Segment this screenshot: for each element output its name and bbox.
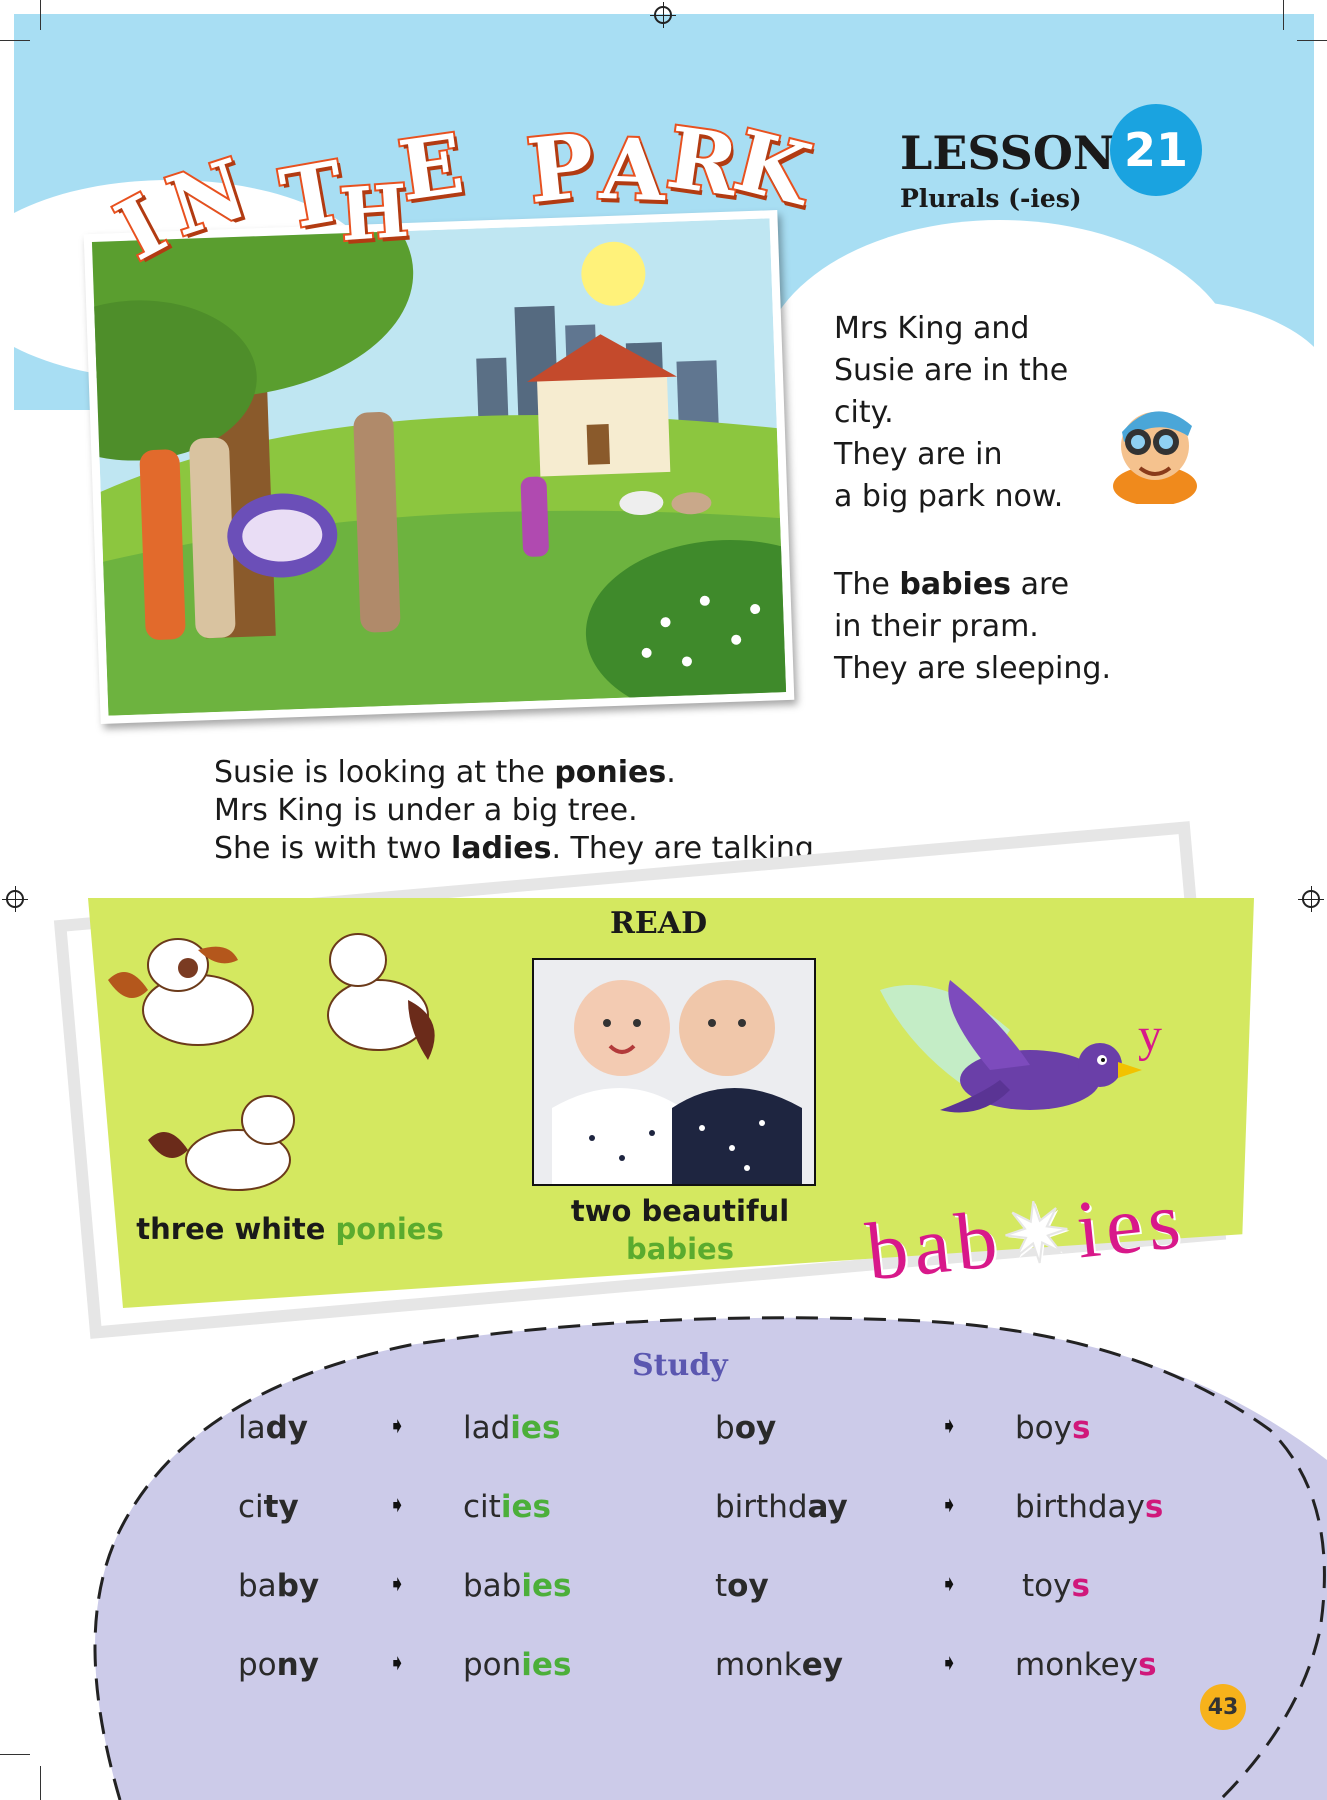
- lesson-label: LESSON: [900, 126, 1115, 180]
- park-illustration-frame: [83, 210, 795, 724]
- crop-mark: [40, 0, 41, 30]
- arrow-icon: ➧: [940, 1414, 959, 1439]
- highlight-word: ponies: [554, 755, 667, 790]
- lesson-number-badge: 21: [1110, 104, 1202, 196]
- registration-mark: [2, 886, 28, 912]
- page-number-badge: 43: [1200, 1684, 1246, 1730]
- story-line: Mrs King and: [834, 311, 1030, 346]
- read-heading: READ: [610, 906, 708, 941]
- park-illustration: [91, 218, 787, 716]
- story-line: Mrs King is under a big tree.: [214, 793, 638, 828]
- crop-mark: [0, 40, 30, 41]
- crop-mark: [1283, 0, 1284, 30]
- bird-illustration: [880, 980, 1142, 1113]
- magic-word-left: bab: [862, 1192, 1008, 1298]
- arrow-icon: ➧: [388, 1414, 407, 1439]
- story-line: Susie are in the city.: [834, 353, 1069, 430]
- ponies-illustration: [108, 933, 435, 1191]
- title-letter: H: [335, 166, 413, 260]
- study-plural-word: monkeys: [1015, 1647, 1157, 1683]
- highlight-word: ladies: [450, 831, 552, 866]
- boy-with-binoculars-illustration: [1113, 411, 1197, 504]
- story-line: They are in: [834, 437, 1003, 472]
- lesson-subtitle: Plurals (-ies): [900, 184, 1082, 213]
- highlight-word: babies: [899, 567, 1012, 602]
- sparkle-icon: ✷: [997, 1184, 1083, 1284]
- arrow-icon: ➧: [388, 1493, 407, 1518]
- registration-mark: [1298, 886, 1324, 912]
- story-line: in their pram.: [834, 609, 1039, 644]
- story-line: The babies are: [834, 567, 1070, 602]
- story-line: a big park now.: [834, 479, 1064, 514]
- magic-word-right: ies: [1072, 1173, 1191, 1276]
- story-paragraph-2: The babies are in their pram. They are s…: [834, 564, 1174, 690]
- arrow-icon: ➧: [940, 1651, 959, 1676]
- study-plural-word: ladies: [463, 1410, 561, 1446]
- study-plural-word: cities: [463, 1489, 551, 1525]
- story-line: They are sleeping.: [834, 651, 1111, 686]
- story-line: Susie is looking at the ponies.: [214, 755, 676, 790]
- study-heading: Study: [632, 1348, 728, 1383]
- arrow-icon: ➧: [940, 1493, 959, 1518]
- study-base-word: toy: [715, 1568, 769, 1604]
- study-base-word: birthday: [715, 1489, 848, 1525]
- arrow-icon: ➧: [388, 1572, 407, 1597]
- arrow-icon: ➧: [388, 1651, 407, 1676]
- arrow-icon: ➧: [940, 1572, 959, 1597]
- title-letter: P: [521, 111, 602, 225]
- study-plural-word: babies: [463, 1568, 572, 1604]
- registration-mark: [650, 2, 676, 28]
- study-base-word: monkey: [715, 1647, 843, 1683]
- crop-mark: [0, 1754, 30, 1755]
- study-base-word: boy: [715, 1410, 777, 1446]
- story-paragraph-3: Susie is looking at the ponies. Mrs King…: [214, 754, 854, 868]
- study-plural-word: ponies: [463, 1647, 572, 1683]
- crop-mark: [40, 1766, 41, 1800]
- crop-mark: [1297, 40, 1327, 41]
- magic-letter-y: y: [1138, 1009, 1162, 1062]
- study-base-word: baby: [238, 1568, 320, 1604]
- study-plural-word: birthdays: [1015, 1489, 1164, 1525]
- caption-three-white-ponies: three white ponies: [136, 1212, 444, 1246]
- study-base-word: city: [238, 1489, 299, 1525]
- babies-photo: [532, 958, 816, 1186]
- study-plural-word: toys: [1022, 1568, 1090, 1604]
- title-letter: A: [596, 117, 669, 222]
- story-paragraph-1: Mrs King and Susie are in the city. They…: [834, 308, 1134, 518]
- study-plural-word: boys: [1015, 1410, 1091, 1446]
- study-base-word: pony: [238, 1647, 319, 1683]
- caption-two-beautiful-babies: two beautiful babies: [570, 1194, 790, 1266]
- study-base-word: lady: [238, 1410, 309, 1446]
- title-letter: E: [392, 114, 471, 222]
